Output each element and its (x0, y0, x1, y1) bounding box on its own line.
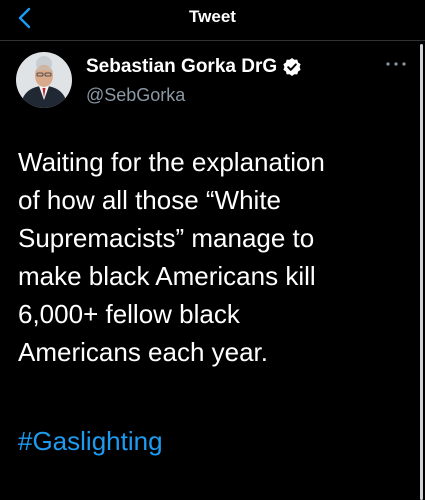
verified-badge-icon (283, 58, 301, 76)
author-handle[interactable]: @SebGorka (86, 85, 185, 106)
more-options-icon[interactable] (383, 56, 409, 72)
page-title: Tweet (189, 7, 236, 26)
author-display-name: Sebastian Gorka DrG (86, 56, 278, 77)
navigation-bar: Tweet (0, 0, 425, 41)
tweet-text: Waiting for the explanation of how all t… (18, 147, 325, 367)
avatar[interactable] (16, 52, 72, 108)
avatar-portrait-icon (16, 52, 72, 108)
hashtag-link[interactable]: #Gaslighting (18, 422, 163, 460)
author-name-row[interactable]: Sebastian Gorka DrG (86, 55, 302, 79)
scrollbar[interactable] (420, 44, 423, 500)
